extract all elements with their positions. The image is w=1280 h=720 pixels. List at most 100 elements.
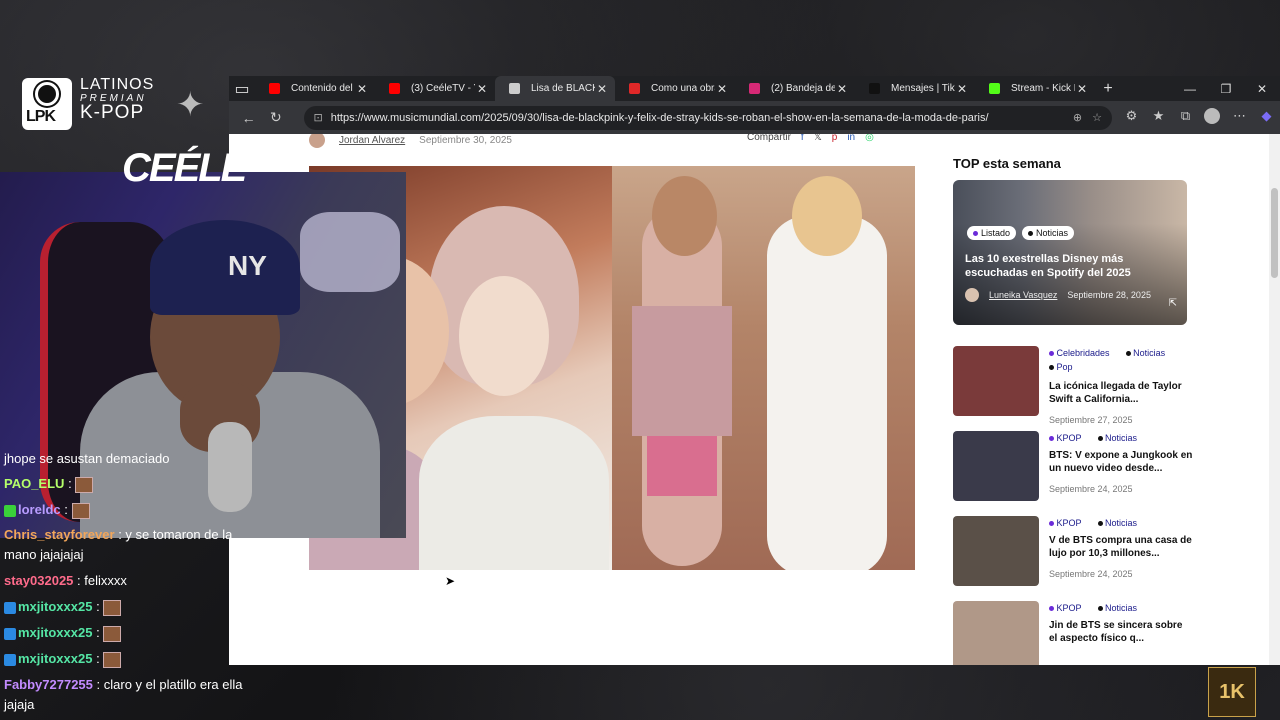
- chat-text: jhope se asustan demaciado: [4, 451, 170, 466]
- mouse-cursor-icon: ➤: [445, 574, 456, 588]
- news-item[interactable]: KPOP Noticias BTS: V expone a Jungkook e…: [953, 431, 1193, 503]
- news-item[interactable]: Celebridades Noticias Pop La icónica lle…: [953, 346, 1193, 425]
- tab-title: Mensajes | TikTok: [891, 83, 955, 94]
- chat-username[interactable]: PAO_ELU: [4, 476, 64, 491]
- more-menu-icon[interactable]: ⋯: [1226, 108, 1253, 127]
- share-label[interactable]: Compartir: [747, 134, 791, 143]
- news-date: Septiembre 24, 2025: [1049, 569, 1133, 579]
- new-tab-button[interactable]: +: [1095, 80, 1121, 98]
- x-icon[interactable]: 𝕏: [814, 134, 822, 143]
- browser-tab[interactable]: Como una obra d ✕: [615, 76, 735, 101]
- category-tag[interactable]: KPOP: [1049, 433, 1090, 443]
- site-info-icon[interactable]: ⊡: [314, 111, 323, 124]
- chat-emote-icon: [103, 599, 122, 616]
- record-icon: [35, 82, 59, 106]
- sidebar: TOP esta semana Listado Noticias Las 10 …: [953, 134, 1193, 665]
- news-thumbnail[interactable]: [953, 431, 1039, 501]
- category-tag[interactable]: Noticias: [1097, 518, 1146, 528]
- favorite-star-icon[interactable]: ☆: [1092, 111, 1102, 124]
- news-item[interactable]: KPOP Noticias Jin de BTS se sincera sobr…: [953, 601, 1193, 665]
- tab-title: Stream - Kick Das: [1011, 83, 1075, 94]
- news-title[interactable]: BTS: V expone a Jungkook en un nuevo vid…: [1049, 449, 1193, 475]
- page-scrollbar[interactable]: [1269, 134, 1280, 665]
- news-title[interactable]: La icónica llegada de Taylor Swift a Cal…: [1049, 380, 1193, 406]
- news-thumbnail[interactable]: [953, 516, 1039, 586]
- chat-message: loreldc :: [4, 500, 262, 520]
- tab-close-icon[interactable]: ✕: [955, 82, 969, 96]
- chat-username[interactable]: mxjitoxxx25: [18, 599, 92, 614]
- minimize-icon[interactable]: —: [1172, 82, 1208, 96]
- copilot-icon[interactable]: ◆: [1253, 108, 1280, 127]
- chat-username[interactable]: mxjitoxxx25: [18, 651, 92, 666]
- tab-favicon-icon: [869, 83, 880, 94]
- back-icon[interactable]: ←: [235, 110, 262, 126]
- tab-close-icon[interactable]: ✕: [475, 82, 489, 96]
- category-tag[interactable]: KPOP: [1049, 518, 1090, 528]
- pinterest-icon[interactable]: p: [832, 134, 838, 143]
- chat-username[interactable]: stay032025: [4, 573, 73, 588]
- fashion-week-photo: [612, 166, 915, 570]
- tab-favicon-icon: [749, 83, 760, 94]
- corner-badge: 1K: [1208, 667, 1256, 717]
- refresh-icon[interactable]: ↻: [262, 109, 289, 126]
- browser-tab[interactable]: Contenido del can ✕: [255, 76, 375, 101]
- featured-author[interactable]: Luneika Vasquez: [989, 290, 1057, 300]
- chat-emote-icon: [103, 625, 122, 642]
- url-field[interactable]: ⊡ https://www.musicmundial.com/2025/09/3…: [303, 105, 1112, 130]
- tab-favicon-icon: [269, 83, 280, 94]
- browser-tab[interactable]: Lisa de BLACKPIN ✕: [495, 76, 615, 101]
- tab-close-icon[interactable]: ✕: [835, 82, 849, 96]
- tab-close-icon[interactable]: ✕: [715, 82, 729, 96]
- reader-icon[interactable]: ⊕: [1073, 111, 1082, 124]
- tab-close-icon[interactable]: ✕: [355, 82, 369, 96]
- news-thumbnail[interactable]: [953, 346, 1039, 416]
- chat-emote-icon: [71, 502, 90, 519]
- profile-avatar[interactable]: [1199, 108, 1226, 127]
- browser-tab[interactable]: (2) Bandeja de ent ✕: [735, 76, 855, 101]
- news-item[interactable]: KPOP Noticias V de BTS compra una casa d…: [953, 516, 1193, 588]
- close-window-icon[interactable]: ✕: [1244, 82, 1280, 96]
- featured-article[interactable]: Listado Noticias Las 10 exestrellas Disn…: [953, 180, 1187, 325]
- category-tag[interactable]: Noticias: [1097, 433, 1146, 443]
- category-tag[interactable]: Noticias: [1125, 348, 1174, 358]
- browser-tab[interactable]: (3) CeéleTV - YouT ✕: [375, 76, 495, 101]
- category-tag[interactable]: Celebridades: [1049, 348, 1118, 358]
- tag-pill[interactable]: Noticias: [1022, 226, 1075, 240]
- news-title[interactable]: V de BTS compra una casa de lujo por 10,…: [1049, 534, 1193, 560]
- tab-actions-icon[interactable]: ▭: [229, 76, 255, 101]
- chat-username[interactable]: loreldc: [18, 502, 61, 517]
- featured-title[interactable]: Las 10 exestrellas Disney más escuchadas…: [965, 252, 1175, 280]
- collections-icon[interactable]: ⧉: [1172, 108, 1199, 127]
- browser-tab[interactable]: Stream - Kick Das ✕: [975, 76, 1095, 101]
- lpk-logo: LPK LATINOS PREMIAN K-POP ✦: [20, 76, 225, 132]
- chat-emote-icon: [103, 651, 122, 668]
- whatsapp-icon[interactable]: ◎: [865, 134, 874, 143]
- facebook-icon[interactable]: f: [801, 134, 804, 143]
- news-title[interactable]: Jin de BTS se sincera sobre el aspecto f…: [1049, 619, 1193, 645]
- category-tag[interactable]: Pop: [1049, 362, 1081, 372]
- extensions-icon[interactable]: ⚙: [1118, 108, 1145, 127]
- tag-pill[interactable]: Listado: [967, 226, 1017, 240]
- category-tag[interactable]: KPOP: [1049, 603, 1090, 613]
- browser-tab[interactable]: Mensajes | TikTok ✕: [855, 76, 975, 101]
- latin-america-map-icon: ✦: [176, 86, 205, 124]
- chat-text: :: [96, 599, 100, 614]
- author-name[interactable]: Jordan Alvarez: [339, 135, 405, 146]
- share-icon[interactable]: ⇱: [1169, 298, 1177, 309]
- linkedin-icon[interactable]: in: [847, 134, 855, 143]
- restore-icon[interactable]: ❐: [1208, 82, 1244, 96]
- chat-text: :: [64, 502, 68, 517]
- chat-username[interactable]: Fabby7277255: [4, 677, 93, 692]
- url-text: https://www.musicmundial.com/2025/09/30/…: [330, 111, 989, 124]
- category-tag[interactable]: Noticias: [1097, 603, 1146, 613]
- article-meta: Jordan Alvarez Septiembre 30, 2025: [309, 134, 512, 148]
- favorites-icon[interactable]: ★: [1145, 108, 1172, 127]
- chat-username[interactable]: Chris_stayforever: [4, 527, 115, 542]
- tab-favicon-icon: [629, 83, 640, 94]
- tab-close-icon[interactable]: ✕: [1075, 82, 1089, 96]
- tab-favicon-icon: [989, 83, 1000, 94]
- chat-username[interactable]: mxjitoxxx25: [18, 625, 92, 640]
- tab-title: Lisa de BLACKPIN: [531, 83, 595, 94]
- news-thumbnail[interactable]: [953, 601, 1039, 665]
- tab-close-icon[interactable]: ✕: [595, 82, 609, 96]
